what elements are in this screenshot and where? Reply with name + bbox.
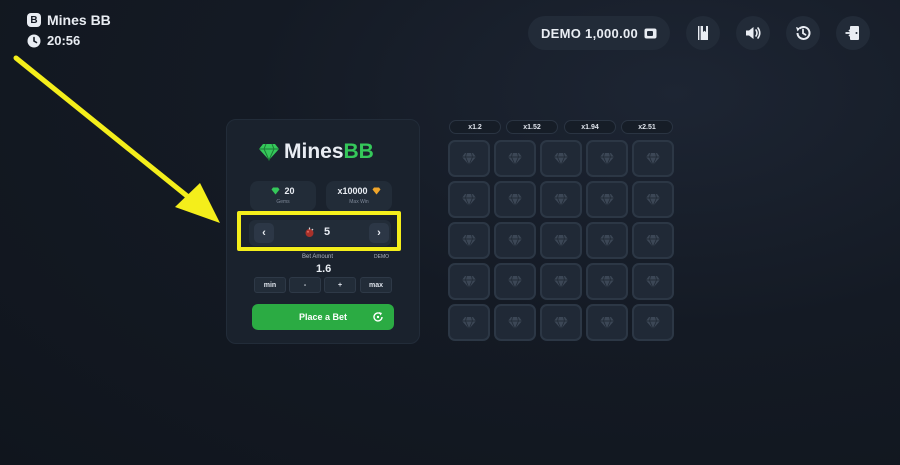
grid-tile[interactable] [632, 181, 674, 218]
decrease-bet-button[interactable]: - [289, 277, 321, 293]
diamond-icon [646, 152, 660, 166]
game-name: Mines BB [47, 12, 111, 28]
bet-currency-label: DEMO [374, 254, 389, 260]
multiplier-chip: x1.94 [564, 120, 616, 134]
grid-tile[interactable] [540, 304, 582, 341]
grid-tile[interactable] [494, 222, 536, 259]
clock-time: 20:56 [47, 33, 81, 48]
logo-accent: BB [343, 140, 374, 163]
wallet-icon [644, 28, 657, 38]
min-bet-button[interactable]: min [254, 277, 286, 293]
gems-label: Gems [276, 199, 290, 205]
grid-tile[interactable] [448, 140, 490, 177]
max-bet-button[interactable]: max [360, 277, 392, 293]
grid-tile[interactable] [448, 304, 490, 341]
exit-button[interactable] [836, 16, 870, 50]
grid-tile[interactable] [540, 263, 582, 300]
grid-tile[interactable] [540, 140, 582, 177]
place-bet-button[interactable]: Place a Bet [252, 304, 394, 330]
gem-icon [259, 143, 279, 161]
diamond-icon [554, 316, 568, 330]
gems-value: 20 [284, 186, 295, 196]
max-win-value: x10000 [337, 186, 368, 196]
diamond-icon [554, 275, 568, 289]
grid-tile[interactable] [494, 304, 536, 341]
gold-gem-icon [372, 187, 381, 195]
grid-tile[interactable] [494, 181, 536, 218]
diamond-icon [462, 234, 476, 248]
multiplier-chip: x1.52 [506, 120, 558, 134]
grid-tile[interactable] [586, 140, 628, 177]
grid-tile[interactable] [586, 263, 628, 300]
diamond-icon [600, 193, 614, 207]
logo-text: Mines [284, 140, 344, 163]
game-title: B Mines BB [27, 12, 111, 28]
grid-tile[interactable] [448, 222, 490, 259]
bet-amount-input[interactable]: 1.6 [316, 263, 331, 275]
diamond-icon [462, 193, 476, 207]
grid-tile[interactable] [448, 181, 490, 218]
diamond-icon [462, 316, 476, 330]
grid-tile[interactable] [540, 222, 582, 259]
bet-amount-label: Bet Amount [302, 254, 334, 260]
game-logo: Mines BB [258, 140, 374, 164]
diamond-icon [462, 275, 476, 289]
diamond-icon [600, 275, 614, 289]
diamond-icon [646, 234, 660, 248]
grid-tile[interactable] [494, 140, 536, 177]
exit-icon [845, 26, 859, 40]
balance-display: DEMO 1,000.00 [528, 16, 670, 50]
history-icon [796, 25, 811, 40]
max-win-stat: x10000 Max Win [326, 181, 392, 211]
place-bet-label: Place a Bet [298, 312, 348, 322]
diamond-icon [508, 316, 522, 330]
diamond-icon [554, 234, 568, 248]
grid-tile[interactable] [632, 222, 674, 259]
diamond-icon [554, 193, 568, 207]
max-win-label: Max Win [349, 199, 369, 205]
grid-tile[interactable] [586, 304, 628, 341]
diamond-icon [508, 234, 522, 248]
autoplay-icon[interactable] [372, 311, 384, 323]
diamond-icon [508, 152, 522, 166]
diamond-icon [600, 152, 614, 166]
increase-bet-button[interactable]: + [324, 277, 356, 293]
diamond-icon [508, 193, 522, 207]
grid-tile[interactable] [632, 304, 674, 341]
grid-tile[interactable] [540, 181, 582, 218]
diamond-icon [508, 275, 522, 289]
balance-value: DEMO 1,000.00 [540, 25, 639, 41]
book-icon [698, 26, 708, 40]
diamond-icon [646, 275, 660, 289]
mines-grid [448, 140, 674, 341]
diamond-icon [646, 193, 660, 207]
grid-tile[interactable] [448, 263, 490, 300]
rules-button[interactable] [686, 16, 720, 50]
clock: 20:56 [27, 33, 80, 48]
diamond-icon [600, 234, 614, 248]
multiplier-chip: x2.51 [621, 120, 673, 134]
diamond-icon [554, 152, 568, 166]
grid-tile[interactable] [586, 181, 628, 218]
diamond-icon [462, 152, 476, 166]
diamond-icon [646, 316, 660, 330]
speaker-icon [746, 27, 761, 39]
grid-tile[interactable] [632, 140, 674, 177]
gems-stat: 20 Gems [250, 181, 316, 211]
multiplier-chip: x1.2 [449, 120, 501, 134]
diamond-icon [600, 316, 614, 330]
brand-logo-icon: B [27, 13, 41, 27]
grid-tile[interactable] [494, 263, 536, 300]
sound-button[interactable] [736, 16, 770, 50]
clock-icon [27, 34, 41, 47]
gem-icon [271, 187, 280, 195]
grid-tile[interactable] [632, 263, 674, 300]
highlight-box [237, 211, 401, 251]
grid-tile[interactable] [586, 222, 628, 259]
history-button[interactable] [786, 16, 820, 50]
